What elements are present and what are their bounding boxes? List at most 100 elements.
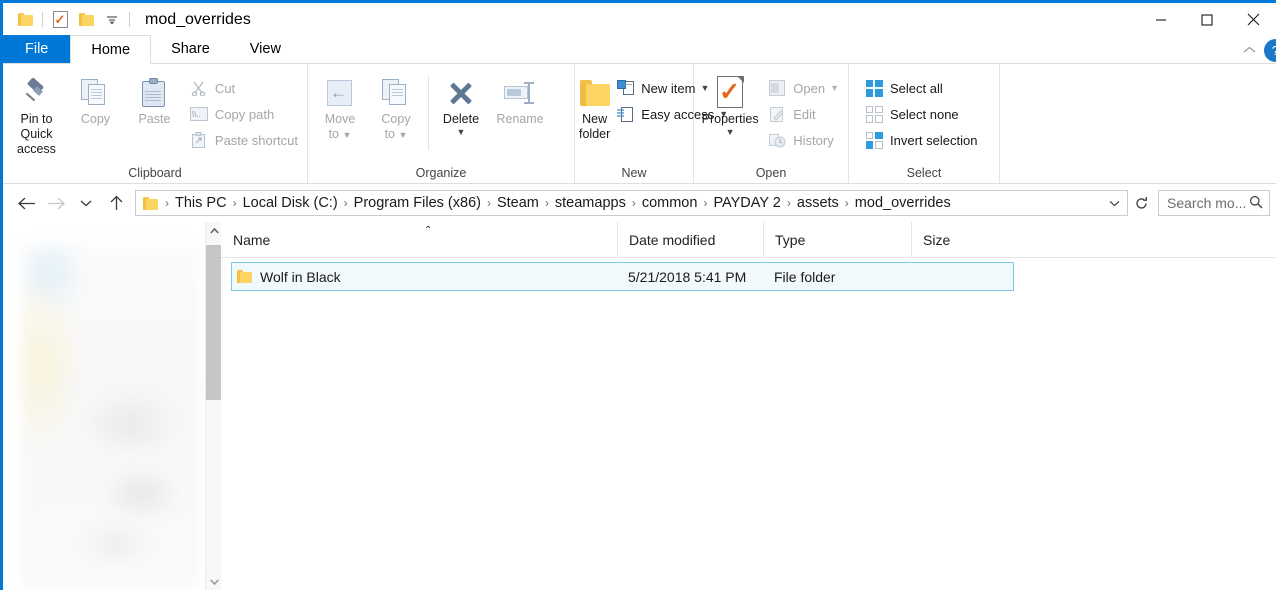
invert-selection-button[interactable]: Invert selection bbox=[859, 128, 982, 152]
select-all-button[interactable]: Select all bbox=[859, 76, 982, 100]
breadcrumb-item-payday2[interactable]: PAYDAY 2 bbox=[708, 195, 785, 211]
breadcrumb-item-common[interactable]: common bbox=[637, 195, 703, 211]
paste-icon bbox=[141, 78, 167, 108]
maximize-icon bbox=[1201, 13, 1213, 26]
help-button[interactable]: ? bbox=[1264, 38, 1276, 62]
breadcrumb-item-this-pc[interactable]: This PC bbox=[170, 195, 232, 211]
open-label: Open bbox=[793, 80, 826, 96]
breadcrumb-item-steamapps[interactable]: steamapps bbox=[550, 195, 631, 211]
history-label: History bbox=[793, 132, 834, 148]
new-folder-button[interactable]: New folder bbox=[579, 70, 610, 142]
select-none-label: Select none bbox=[890, 106, 959, 122]
breadcrumb-item-local-disk[interactable]: Local Disk (C:) bbox=[238, 195, 343, 211]
qat-separator-2 bbox=[129, 12, 130, 27]
search-input[interactable]: Search mo... bbox=[1158, 190, 1270, 216]
select-all-label: Select all bbox=[890, 80, 943, 96]
breadcrumb-dropdown[interactable] bbox=[1101, 191, 1127, 215]
navigation-pane[interactable] bbox=[3, 222, 221, 590]
file-date-cell: 5/21/2018 5:41 PM bbox=[628, 268, 747, 285]
folder-icon bbox=[17, 13, 33, 26]
qat-properties-icon[interactable]: ✓ bbox=[47, 7, 73, 33]
chevron-down-icon bbox=[80, 200, 92, 207]
up-button[interactable] bbox=[101, 188, 131, 218]
edit-button[interactable]: Edit bbox=[762, 102, 844, 126]
open-caret[interactable]: ▼ bbox=[830, 83, 839, 93]
pin-label-line2: access bbox=[17, 142, 56, 156]
delete-button[interactable]: Delete ▼ bbox=[433, 70, 489, 137]
pin-to-quick-access-button[interactable]: Pin to Quick access bbox=[7, 70, 66, 157]
column-header-date-modified[interactable]: Date modified bbox=[617, 221, 763, 258]
scroll-up-button[interactable] bbox=[206, 222, 221, 239]
column-header-name[interactable]: Name bbox=[221, 222, 617, 258]
properties-button[interactable]: ✓ Properties ▼ bbox=[698, 70, 762, 137]
scissors-icon bbox=[189, 79, 209, 97]
copy-path-icon: \\.. bbox=[189, 105, 209, 123]
up-arrow-icon bbox=[110, 195, 122, 210]
copy-button[interactable]: Copy bbox=[66, 70, 125, 127]
organize-separator bbox=[428, 76, 429, 150]
paste-button[interactable]: Paste bbox=[125, 70, 184, 127]
title-bar: ✓ mod_overrides bbox=[3, 3, 1276, 36]
history-button[interactable]: History bbox=[762, 128, 844, 152]
scrollbar-thumb[interactable] bbox=[206, 245, 221, 400]
minimize-icon bbox=[1156, 18, 1166, 21]
table-row[interactable]: Wolf in Black 5/21/2018 5:41 PM File fol… bbox=[231, 262, 1014, 291]
column-header-type[interactable]: Type bbox=[763, 221, 911, 258]
copy-path-label: Copy path bbox=[214, 106, 275, 122]
copy-to-button[interactable]: Copy to ▼ bbox=[368, 70, 424, 143]
cut-button[interactable]: Cut bbox=[184, 76, 303, 100]
select-none-button[interactable]: Select none bbox=[859, 102, 982, 126]
select-none-icon bbox=[864, 105, 884, 123]
back-button[interactable] bbox=[11, 188, 41, 218]
ribbon-filler bbox=[1000, 64, 1276, 183]
column-header-size[interactable]: Size bbox=[911, 221, 1006, 258]
tab-share[interactable]: Share bbox=[151, 35, 230, 63]
file-name-cell: Wolf in Black bbox=[232, 269, 341, 285]
forward-button[interactable] bbox=[41, 188, 71, 218]
collapse-ribbon-button[interactable] bbox=[1234, 36, 1264, 64]
paste-shortcut-label: Paste shortcut bbox=[214, 132, 299, 148]
scroll-down-button[interactable] bbox=[206, 573, 221, 590]
ribbon-tabs: File Home Share View ? bbox=[3, 35, 1276, 64]
history-icon bbox=[767, 131, 787, 149]
ribbon-group-new: New folder New item ▼ Easy access ▼ New bbox=[575, 64, 728, 183]
copy-label: Copy bbox=[80, 112, 111, 126]
rename-button[interactable]: Rename bbox=[489, 70, 551, 127]
forward-arrow-icon bbox=[47, 197, 65, 209]
breadcrumb-item-steam[interactable]: Steam bbox=[492, 195, 544, 211]
ribbon-group-organize: ← Move to ▼ Copy to ▼ Delete ▼ Rename Or… bbox=[308, 64, 575, 183]
pin-label-line1: Pin to Quick bbox=[20, 112, 53, 141]
copy-to-line1: Copy bbox=[381, 112, 411, 126]
clipboard-small-commands: Cut \\.. Copy path Paste shortcut bbox=[184, 70, 303, 152]
new-item-label: New item bbox=[641, 80, 696, 96]
open-button[interactable]: Open ▼ bbox=[762, 76, 844, 100]
qat-folder-icon[interactable] bbox=[12, 7, 38, 33]
delete-dropdown-caret[interactable]: ▼ bbox=[457, 128, 466, 137]
recent-locations-button[interactable] bbox=[71, 188, 101, 218]
tab-view[interactable]: View bbox=[230, 35, 301, 63]
paste-shortcut-button[interactable]: Paste shortcut bbox=[184, 128, 303, 152]
breadcrumb-item-mod-overrides[interactable]: mod_overrides bbox=[850, 195, 956, 211]
tab-file[interactable]: File bbox=[3, 35, 71, 63]
breadcrumb[interactable]: › This PC › Local Disk (C:) › Program Fi… bbox=[135, 190, 1128, 216]
properties-dropdown-caret[interactable]: ▼ bbox=[726, 128, 735, 137]
new-folder-icon bbox=[78, 13, 94, 26]
copy-path-button[interactable]: \\.. Copy path bbox=[184, 102, 303, 126]
qat-customize-dropdown[interactable] bbox=[99, 7, 125, 33]
breadcrumb-folder-icon[interactable] bbox=[136, 196, 164, 210]
ribbon-controls: ? bbox=[1234, 36, 1276, 64]
new-folder-line1: New bbox=[582, 112, 608, 126]
qat-new-folder-icon[interactable] bbox=[73, 7, 99, 33]
tab-home[interactable]: Home bbox=[70, 35, 152, 64]
refresh-button[interactable] bbox=[1128, 190, 1154, 216]
group-label-select: Select bbox=[906, 166, 942, 180]
minimize-button[interactable] bbox=[1138, 3, 1184, 36]
new-folder-line2: folder bbox=[579, 127, 611, 141]
pin-icon bbox=[24, 77, 48, 106]
breadcrumb-item-assets[interactable]: assets bbox=[792, 195, 844, 211]
move-to-button[interactable]: ← Move to ▼ bbox=[312, 70, 368, 143]
breadcrumb-item-program-files[interactable]: Program Files (x86) bbox=[349, 195, 486, 211]
close-button[interactable] bbox=[1230, 3, 1276, 36]
maximize-button[interactable] bbox=[1184, 3, 1230, 36]
navigation-pane-scrollbar[interactable] bbox=[205, 222, 221, 590]
